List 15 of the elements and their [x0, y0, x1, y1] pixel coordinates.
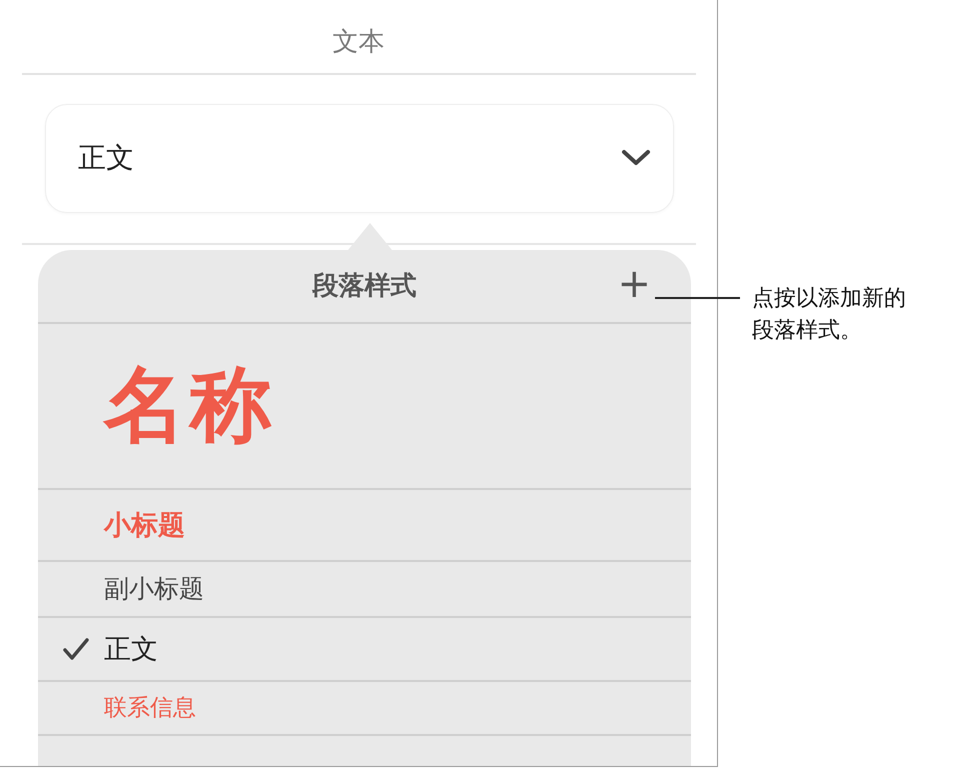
style-label: 小标题 — [104, 508, 185, 543]
style-label: 名称 — [104, 356, 276, 455]
style-label: 副小标题 — [104, 573, 204, 606]
callout-text: 点按以添加新的段落样式。 — [752, 285, 907, 345]
chevron-icon — [621, 149, 651, 168]
style-label: 正文 — [104, 632, 158, 667]
popover-title: 段落样式 — [312, 270, 416, 304]
style-item[interactable]: 正文 — [38, 618, 691, 682]
dropdown-value: 正文 — [78, 140, 134, 176]
panel-title: 文本 — [332, 26, 384, 59]
checkmark-icon — [62, 636, 90, 661]
style-item[interactable]: 副小标题 — [38, 562, 691, 618]
style-dropdown[interactable]: 正文 — [45, 104, 674, 214]
style-label: 联系信息 — [104, 694, 196, 724]
add-style-button[interactable]: + — [617, 262, 651, 306]
